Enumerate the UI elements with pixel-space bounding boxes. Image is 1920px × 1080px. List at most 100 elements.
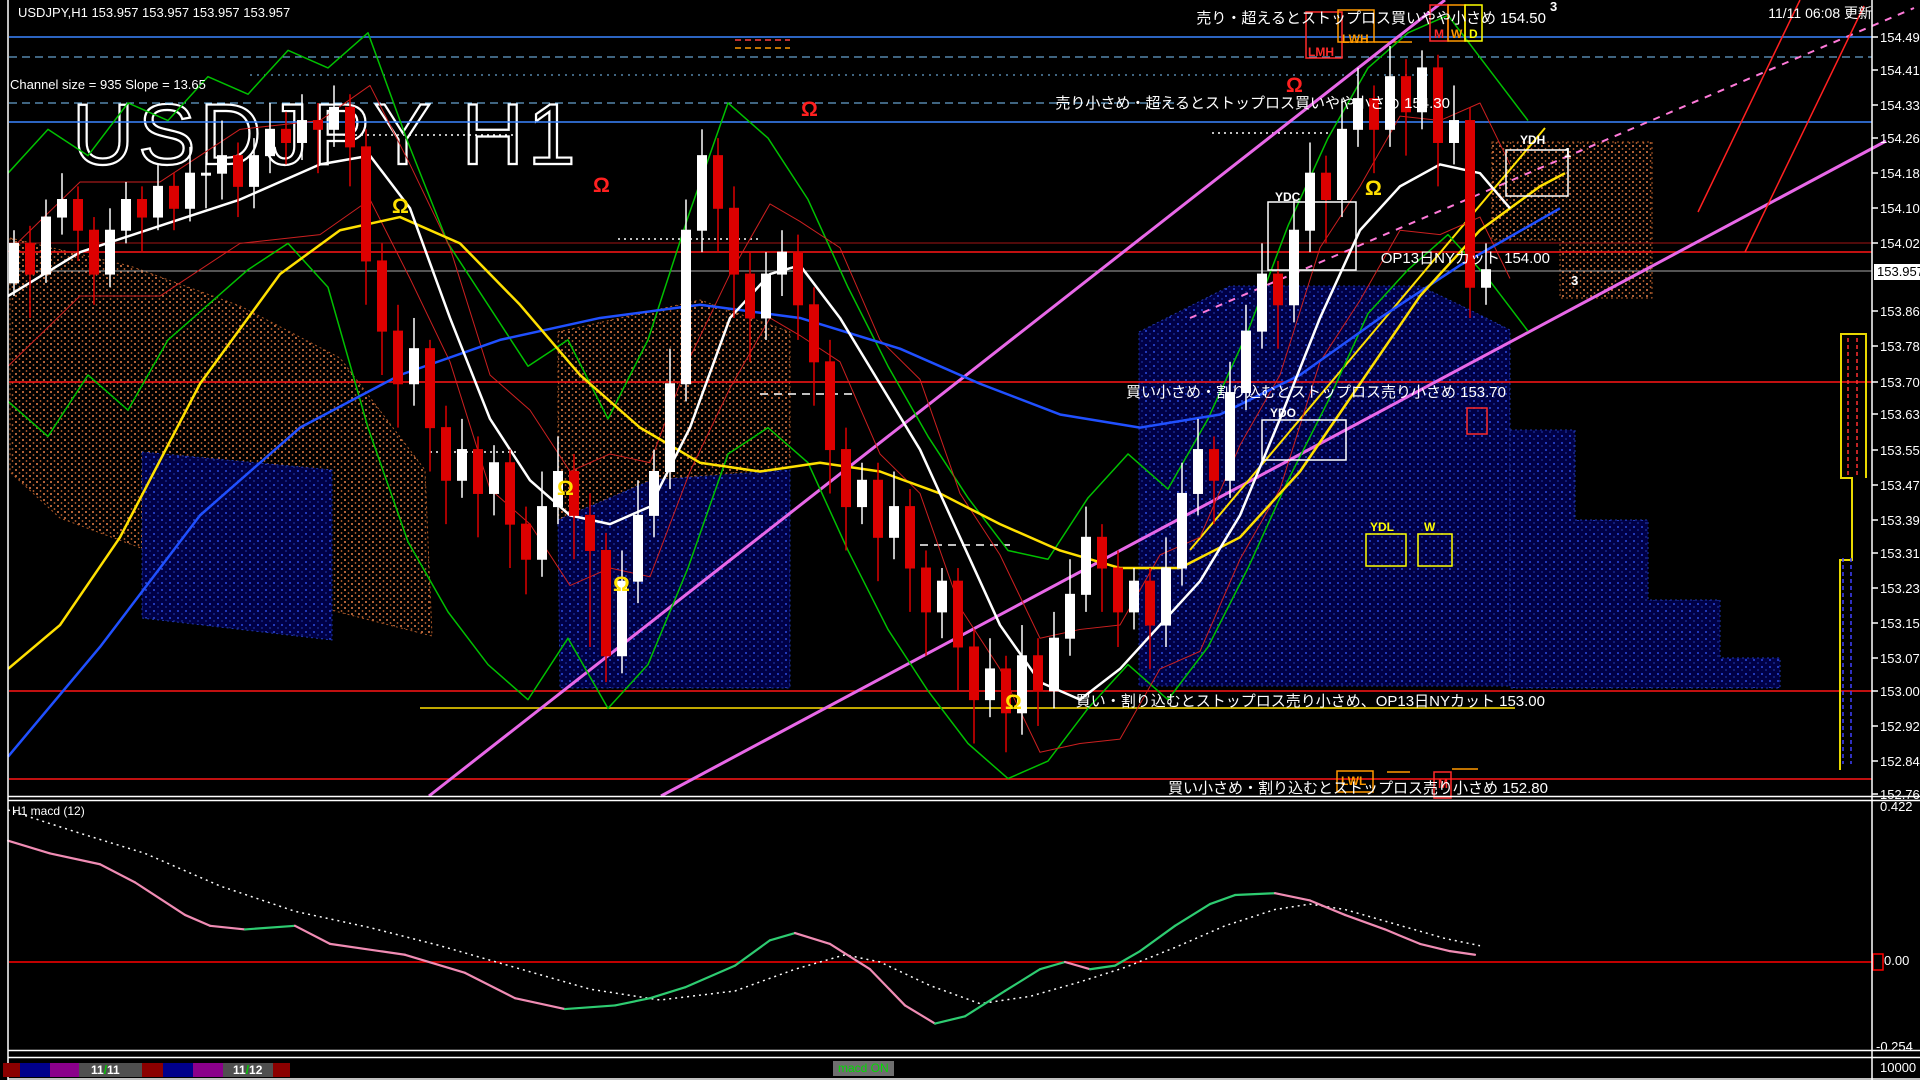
candle-body xyxy=(1145,580,1155,626)
macd-pane xyxy=(6,809,1884,1025)
candle-body xyxy=(1081,536,1091,595)
macd-main-line xyxy=(963,989,1007,1018)
macd-main-line xyxy=(1233,892,1277,897)
period-box-label: LMH xyxy=(1308,45,1334,59)
signal-omega-icon: Ω xyxy=(613,573,630,596)
price-axis-label: 154.020 xyxy=(1880,236,1920,251)
candle-body xyxy=(25,242,35,275)
macd-main-line xyxy=(1138,924,1177,953)
price-axis-label: 154.180 xyxy=(1880,166,1920,181)
candle-body xyxy=(665,383,675,473)
macd-toggle-button[interactable]: macd ON xyxy=(833,1061,894,1076)
macd-main-line xyxy=(48,852,102,866)
candle-body xyxy=(745,273,755,319)
period-box-label: LWH xyxy=(1342,32,1369,46)
macd-scale-bottom: -0.254 xyxy=(1876,1039,1913,1054)
macd-main-line xyxy=(183,913,212,927)
candle-body xyxy=(377,260,387,332)
macd-main-line xyxy=(828,942,872,971)
candle-body xyxy=(889,506,899,538)
candle-body xyxy=(1273,273,1283,306)
red-channel-1 xyxy=(1697,0,1801,213)
right-edge-kumo xyxy=(1839,333,1867,770)
price-axis-label: 153.390 xyxy=(1880,513,1920,528)
candle-body xyxy=(825,361,835,451)
candle-body xyxy=(601,549,611,657)
candle-body xyxy=(105,229,115,275)
period-box-label: YDH xyxy=(1520,133,1546,147)
macd-main-line xyxy=(903,1004,937,1025)
macd-main-line xyxy=(1113,950,1142,967)
candle-body xyxy=(841,449,851,508)
candle-body xyxy=(1289,229,1299,306)
macd-main-line xyxy=(1173,902,1212,927)
candle-body xyxy=(489,462,499,494)
macd-main-line xyxy=(1418,942,1452,953)
candle-body xyxy=(1129,580,1139,613)
session-bar xyxy=(142,1063,163,1077)
macd-zero-marker xyxy=(1872,953,1884,971)
candle-body xyxy=(329,106,339,130)
date-axis-label[interactable]: 11/12 xyxy=(233,1064,262,1076)
macd-scale-zero: 0.00 xyxy=(1884,953,1910,968)
macd-main-line xyxy=(133,881,187,917)
candle-body xyxy=(425,348,435,429)
candle-body xyxy=(57,199,67,218)
candle-body xyxy=(585,514,595,551)
update-timestamp: 11/11 06:08 更新 xyxy=(1768,5,1872,21)
macd-main-line xyxy=(933,1015,967,1025)
candle-body xyxy=(809,304,819,363)
price-axis-label: 153.630 xyxy=(1880,407,1920,422)
period-box-label: W xyxy=(1424,520,1436,534)
session-bar xyxy=(50,1063,79,1077)
candle-body xyxy=(345,106,355,148)
price-axis-label: 153.155 xyxy=(1880,616,1920,631)
macd-main-line xyxy=(1003,968,1042,993)
candle-body xyxy=(89,229,99,275)
candle-body xyxy=(1209,449,1219,481)
period-box-label: D xyxy=(1469,27,1478,41)
candle-body xyxy=(793,251,803,306)
period-box-label: YDC xyxy=(1275,190,1301,204)
macd-indicator-label: H1 macd (12) xyxy=(12,804,85,818)
pivot-count-digit: 3 xyxy=(1550,0,1558,14)
signal-omega-icon: Ω xyxy=(392,195,409,218)
candle-body xyxy=(985,668,995,701)
period-box-label: W xyxy=(1451,27,1463,41)
order-annotation: OP13日NYカット 154.00 xyxy=(1380,250,1550,267)
candle-body xyxy=(1449,120,1459,143)
macd-main-line xyxy=(243,924,297,931)
period-box-label: YDO xyxy=(1270,406,1297,420)
candle-body xyxy=(361,146,371,262)
signal-omega-icon: Ω xyxy=(1365,177,1382,200)
candle-body xyxy=(633,514,643,582)
candle-body xyxy=(921,567,931,613)
chart-canvas[interactable]: USDJPY H1 xyxy=(0,0,1920,1080)
macd-main-line xyxy=(513,997,567,1011)
date-axis-label[interactable]: 11/11 xyxy=(91,1064,120,1076)
macd-main-line xyxy=(1088,964,1117,971)
candle-body xyxy=(1481,269,1491,288)
macd-main-line xyxy=(563,1004,617,1011)
trading-chart-window: USDJPY H1 USDJPY,H1 153.957 153.957 153.… xyxy=(0,0,1920,1080)
pivot-count-digit: 3 xyxy=(1571,273,1579,288)
candle-body xyxy=(281,128,291,143)
pivot-count-digit: 1 xyxy=(1564,145,1572,160)
price-axis-label: 153.235 xyxy=(1880,581,1920,596)
candle-body xyxy=(1065,593,1075,639)
cloud-navy-future xyxy=(1509,429,1781,689)
watermark-symbol: USDJPY H1 xyxy=(72,87,580,183)
candle-body xyxy=(9,242,19,284)
candle-body xyxy=(857,479,867,508)
candle-body xyxy=(153,185,163,218)
price-axis-label: 152.840 xyxy=(1880,754,1920,769)
macd-main-line xyxy=(463,971,517,1000)
current-price-tag: 153.957 xyxy=(1874,264,1920,280)
macd-main-line xyxy=(868,968,907,1007)
candle-body xyxy=(441,427,451,481)
macd-main-line xyxy=(1383,928,1422,946)
price-axis-label: 154.100 xyxy=(1880,201,1920,216)
candle-body xyxy=(265,128,275,157)
candle-body xyxy=(969,646,979,701)
candle-body xyxy=(697,155,707,231)
